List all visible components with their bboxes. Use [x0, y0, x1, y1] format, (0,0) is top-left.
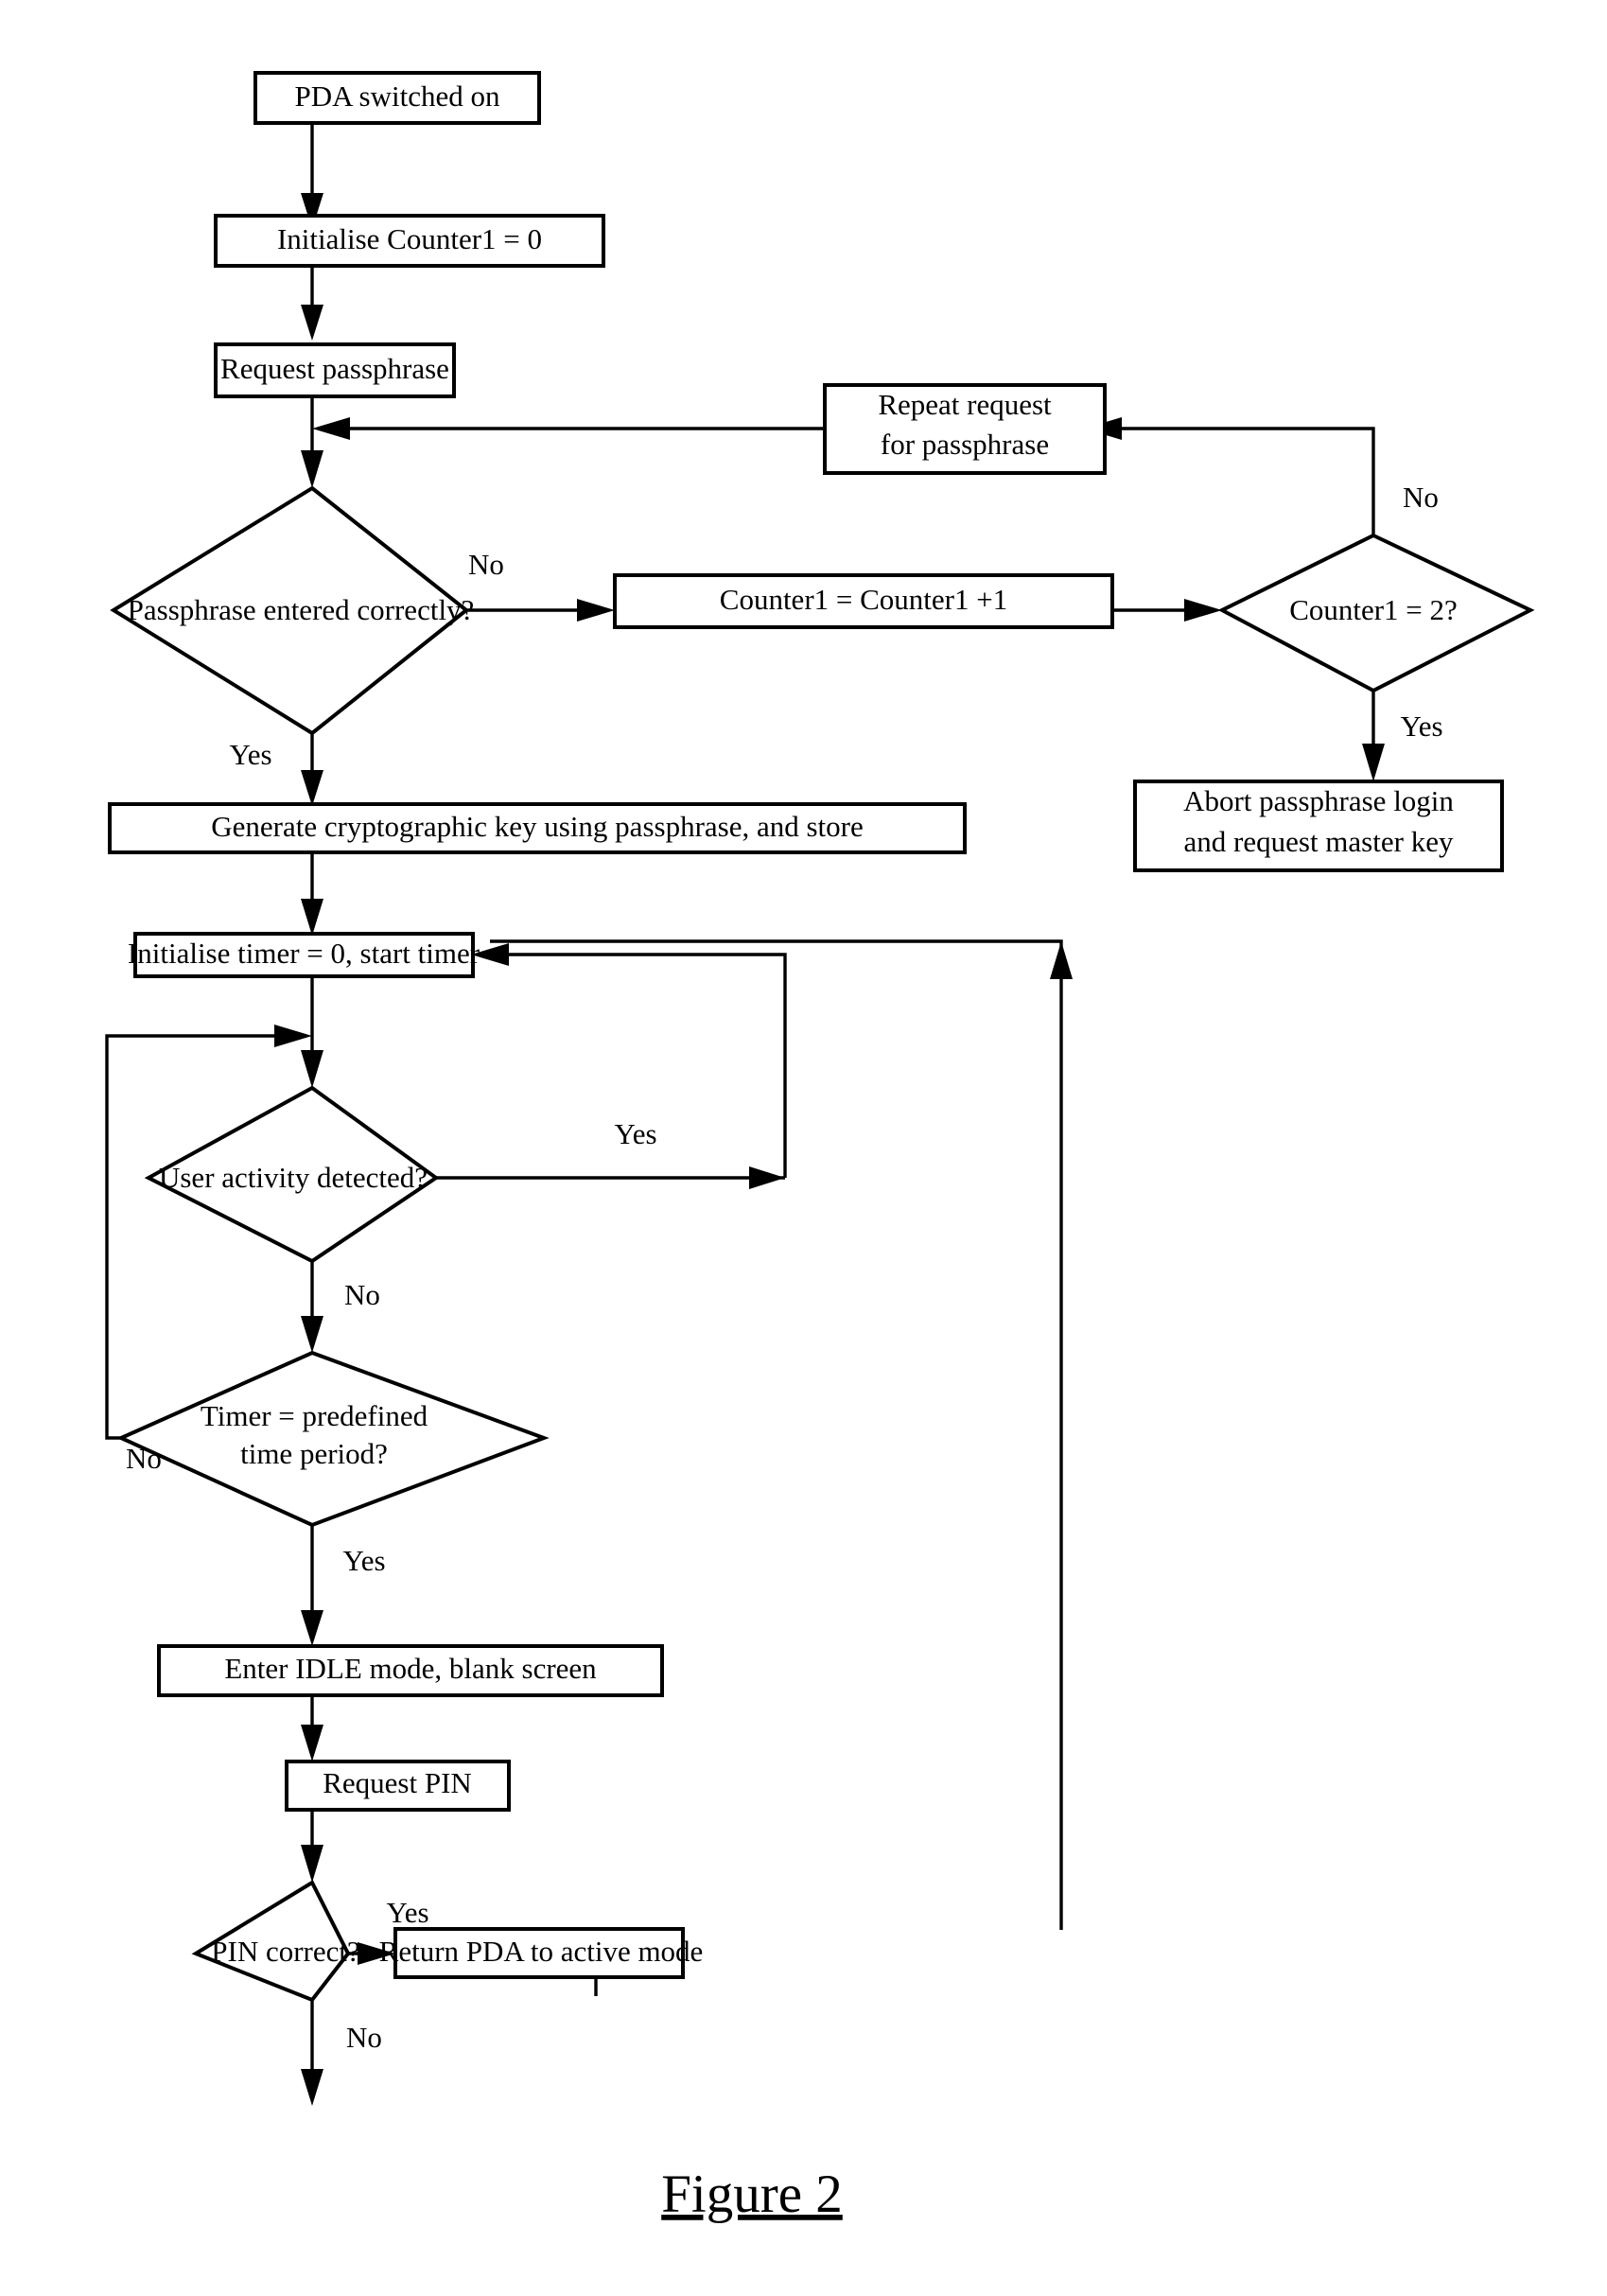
node-enter-idle-mode: Enter IDLE mode, blank screen [157, 1644, 664, 1697]
node-return-pda-active-mode: Return PDA to active mode [379, 1927, 704, 1979]
node-label-repeat-request-line2: for passphrase [881, 428, 1049, 461]
node-label-abort-login-line2: and request master key [1184, 825, 1454, 858]
connector-return-riser-to-inittimer [490, 939, 1063, 1930]
node-label-initialise-timer: Initialise timer = 0, start timer [128, 937, 480, 970]
node-generate-cryptographic-key: Generate cryptographic key using passphr… [108, 802, 967, 854]
node-abort-passphrase-login: Abort passphrase login and request maste… [1133, 780, 1504, 872]
node-label-timer-predefined-line1: Timer = predefined [201, 1399, 428, 1432]
node-passphrase-entered-correctly: Passphrase entered correctly? [110, 485, 475, 736]
node-initialise-counter1: Initialise Counter1 = 0 [214, 214, 605, 268]
node-label-user-activity: User activity detected? [159, 1161, 428, 1194]
connector-counter2-no-to-repeat [1105, 427, 1375, 535]
node-user-activity-detected: User activity detected? [144, 1085, 440, 1264]
node-label-counter1-equals-two: Counter1 = 2? [1289, 593, 1458, 626]
node-label-request-pin: Request PIN [323, 1766, 472, 1799]
arrowhead-abort [1362, 744, 1385, 781]
node-label-request-passphrase: Request passphrase [220, 352, 449, 385]
edge-label-pin-no: No [346, 2021, 382, 2054]
arrowhead-return-riser-top [1050, 941, 1073, 979]
node-counter1-equals-two: Counter1 = 2? [1217, 533, 1535, 693]
node-label-initialise-counter1: Initialise Counter1 = 0 [277, 222, 542, 255]
edge-label-passphrase-yes: Yes [229, 738, 271, 771]
edge-label-activity-no: No [344, 1278, 380, 1311]
node-request-pin: Request PIN [285, 1760, 511, 1812]
node-label-counter1-increment: Counter1 = Counter1 +1 [720, 583, 1007, 616]
node-timer-predefined-period: Timer = predefined time period? [116, 1350, 550, 1528]
edge-label-timer-yes: Yes [342, 1544, 385, 1577]
node-request-passphrase: Request passphrase [214, 342, 456, 398]
node-label-enter-idle: Enter IDLE mode, blank screen [224, 1652, 597, 1685]
arrowhead-timer-no-loop-join [274, 1025, 312, 1047]
node-repeat-request-for-passphrase: Repeat request for passphrase [823, 383, 1107, 475]
flowchart-figure-2: PDA switched on Initialise Counter1 = 0 … [105, 71, 1535, 2224]
edge-label-activity-yes: Yes [614, 1117, 656, 1150]
arrowhead-pin-decision [301, 1845, 323, 1883]
arrowhead-repeat-into-stem [312, 417, 350, 440]
arrowhead-enter-idle [301, 1610, 323, 1646]
arrowhead-counter-two [1184, 599, 1222, 622]
node-label-passphrase-correct: Passphrase entered correctly? [128, 593, 475, 626]
node-label-generate-key: Generate cryptographic key using passphr… [211, 810, 864, 843]
arrowhead-timer-decision [301, 1316, 323, 1353]
arrowhead-init-timer [301, 899, 323, 936]
node-pda-switched-on: PDA switched on [253, 71, 541, 125]
node-label-abort-login-line1: Abort passphrase login [1183, 784, 1454, 817]
arrowhead-user-activity [301, 1050, 323, 1088]
arrowhead-requestpass [301, 305, 323, 341]
node-counter1-increment: Counter1 = Counter1 +1 [613, 573, 1114, 629]
arrowhead-counter-increment [577, 599, 615, 622]
node-label-repeat-request-line1: Repeat request [878, 388, 1052, 421]
arrowhead-generate-key [301, 770, 323, 806]
edge-label-pin-yes: Yes [386, 1896, 428, 1929]
edge-label-timer-no: No [126, 1442, 162, 1475]
node-label-return-active: Return PDA to active mode [379, 1935, 704, 1968]
arrowhead-passphrase-decision [301, 450, 323, 488]
figure-caption: Figure 2 [661, 2165, 843, 2224]
edge-label-counter-two-no: No [1403, 481, 1439, 514]
arrowhead-pin-no-terminal [301, 2069, 323, 2106]
edge-label-passphrase-no: No [468, 548, 504, 581]
node-label-pda-switched-on: PDA switched on [295, 79, 501, 113]
node-pin-correct: PIN correct? [191, 1880, 360, 2003]
node-label-timer-predefined-line2: time period? [240, 1437, 388, 1470]
edge-label-counter-two-yes: Yes [1400, 710, 1442, 743]
arrowhead-activity-yes-join [749, 1166, 785, 1189]
node-label-pin-correct: PIN correct? [211, 1935, 360, 1968]
node-initialise-timer: Initialise timer = 0, start timer [128, 932, 480, 978]
arrowhead-request-pin [301, 1725, 323, 1761]
